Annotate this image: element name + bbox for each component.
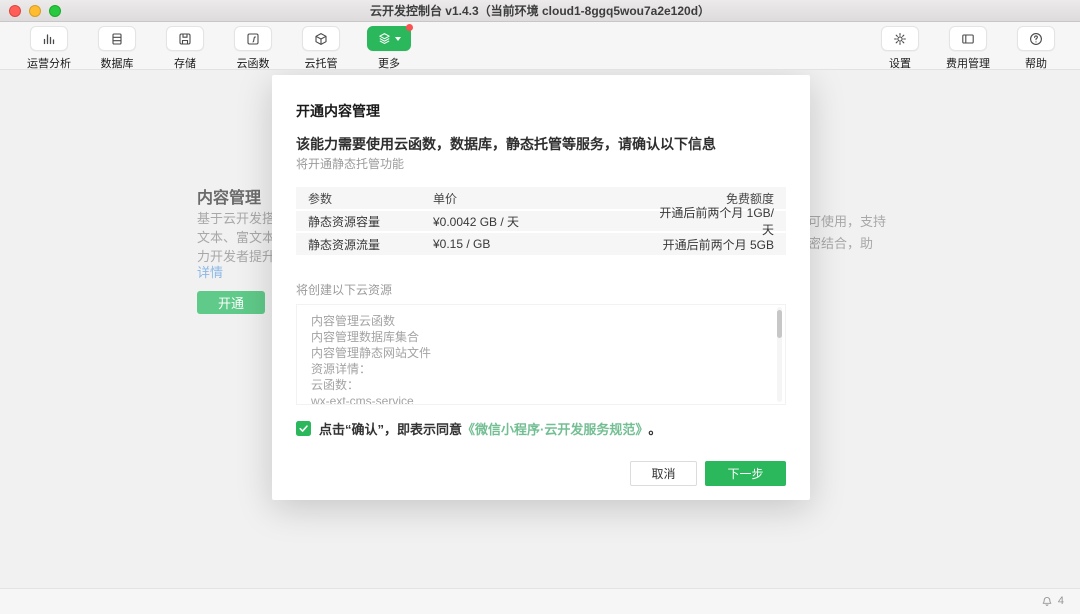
toolbar-item-analytics[interactable]: 运营分析 [25, 26, 73, 71]
param-cell: 静态资源流量 [308, 236, 433, 253]
bell-icon [1040, 593, 1054, 608]
billing-button[interactable] [949, 26, 987, 51]
enable-content-management-dialog: 开通内容管理 该能力需要使用云函数，数据库，静态托管等服务，请确认以下信息 将开… [272, 75, 810, 500]
toolbar: 运营分析 数据库 [0, 22, 1080, 70]
resource-line: wx-ext-cms-service [311, 393, 771, 405]
window-title: 云开发控制台 v1.4.3（当前环境 cloud1-8ggq5wou7a2e12… [370, 2, 710, 19]
price-cell: ¥0.15 / GB [433, 237, 648, 251]
settings-button[interactable] [881, 26, 919, 51]
cloud-function-icon [245, 31, 261, 47]
analytics-button[interactable] [30, 26, 68, 51]
dialog-footer: 取消 下一步 [630, 461, 786, 486]
toolbar-item-more[interactable]: 更多 [365, 26, 413, 71]
close-window-button[interactable] [9, 5, 21, 17]
dialog-title: 开通内容管理 [296, 101, 380, 121]
desc-line: 密结合，助 [808, 233, 886, 255]
pricing-table: 参数 单价 免费额度 静态资源容量 ¥0.0042 GB / 天 开通后前两个月… [296, 187, 786, 255]
quota-cell: 开通后前两个月 5GB [648, 236, 774, 253]
cloud-hosting-button[interactable] [302, 26, 340, 51]
feature-card-title: 内容管理 [197, 184, 261, 208]
toolbar-item-label: 数据库 [101, 55, 134, 71]
agree-checkbox[interactable] [296, 421, 311, 436]
param-cell: 静态资源容量 [308, 213, 433, 230]
traffic-lights [9, 5, 61, 17]
more-button[interactable] [367, 26, 411, 51]
feature-card-description-right: 可使用，支持 密结合，助 [808, 211, 886, 255]
desc-line: 基于云开发搭 [197, 209, 275, 228]
toolbar-item-database[interactable]: 数据库 [93, 26, 141, 71]
database-button[interactable] [98, 26, 136, 51]
toolbar-item-storage[interactable]: 存储 [161, 26, 209, 71]
toolbar-item-label: 设置 [889, 55, 911, 71]
notifications-indicator[interactable]: 4 [1040, 593, 1064, 608]
cloud-hosting-icon [313, 31, 329, 47]
resource-line: 云函数： [311, 377, 771, 393]
toolbar-item-label: 云函数 [237, 55, 270, 71]
gear-icon [892, 31, 908, 47]
resource-line: 内容管理静态网站文件 [311, 345, 771, 361]
help-button[interactable] [1017, 26, 1055, 51]
quota-cell: 开通后前两个月 1GB/天 [648, 204, 774, 238]
toolbar-item-label: 更多 [378, 55, 400, 71]
toolbar-item-billing[interactable]: 费用管理 [940, 26, 996, 71]
cloud-function-button[interactable] [234, 26, 272, 51]
toolbar-item-label: 帮助 [1025, 55, 1047, 71]
next-step-button[interactable]: 下一步 [705, 461, 786, 486]
bar-chart-icon [41, 31, 57, 47]
dialog-notice: 该能力需要使用云函数，数据库，静态托管等服务，请确认以下信息 [296, 134, 716, 154]
toolbar-item-cloud-function[interactable]: 云函数 [229, 26, 277, 71]
toolbar-item-label: 云托管 [305, 55, 338, 71]
main-content: 内容管理 基于云开发搭 文本、富文本 力开发者提升 详情 开通 可使用，支持 密… [0, 70, 1080, 588]
app-window: 云开发控制台 v1.4.3（当前环境 cloud1-8ggq5wou7a2e12… [0, 0, 1080, 614]
toolbar-right-group: 设置 费用管理 [876, 26, 1060, 71]
toolbar-item-label: 费用管理 [946, 55, 990, 71]
resource-line: 内容管理云函数 [311, 313, 771, 329]
table-row: 静态资源流量 ¥0.15 / GB 开通后前两个月 5GB [296, 233, 786, 255]
notification-count: 4 [1058, 595, 1064, 607]
chevron-down-icon [395, 37, 401, 41]
open-feature-button[interactable]: 开通 [197, 291, 265, 314]
toolbar-item-help[interactable]: 帮助 [1012, 26, 1060, 71]
price-cell: ¥0.0042 GB / 天 [433, 213, 648, 230]
feature-card-description: 基于云开发搭 文本、富文本 力开发者提升 [197, 209, 275, 266]
agreement-text-suffix: 。 [648, 419, 661, 438]
check-icon [298, 423, 309, 434]
toolbar-left-group: 运营分析 数据库 [25, 26, 413, 71]
resources-label: 将创建以下云资源 [296, 281, 392, 298]
toolbar-item-cloud-hosting[interactable]: 云托管 [297, 26, 345, 71]
agreement-text: 点击“确认”，即表示同意 [319, 419, 462, 438]
desc-line: 文本、富文本 [197, 228, 275, 247]
billing-icon [960, 31, 976, 47]
service-terms-link[interactable]: 《微信小程序·云开发服务规范》 [462, 419, 648, 438]
titlebar: 云开发控制台 v1.4.3（当前环境 cloud1-8ggq5wou7a2e12… [0, 0, 1080, 22]
toolbar-item-label: 存储 [174, 55, 196, 71]
dialog-sub-notice: 将开通静态托管功能 [296, 155, 404, 172]
layers-icon [377, 31, 392, 46]
column-header: 单价 [433, 190, 648, 207]
resource-line: 资源详情： [311, 361, 771, 377]
storage-button[interactable] [166, 26, 204, 51]
resource-line: 内容管理数据库集合 [311, 329, 771, 345]
storage-icon [177, 31, 193, 47]
agreement-row: 点击“确认”，即表示同意 《微信小程序·云开发服务规范》 。 [296, 419, 661, 438]
toolbar-item-label: 运营分析 [27, 55, 71, 71]
desc-line: 可使用，支持 [808, 211, 886, 233]
help-icon [1028, 31, 1044, 47]
statusbar: 4 [0, 588, 1080, 614]
column-header: 参数 [308, 190, 433, 207]
table-row: 静态资源容量 ¥0.0042 GB / 天 开通后前两个月 1GB/天 [296, 211, 786, 233]
zoom-window-button[interactable] [49, 5, 61, 17]
database-icon [109, 31, 125, 47]
minimize-window-button[interactable] [29, 5, 41, 17]
resources-textarea[interactable]: 内容管理云函数 内容管理数据库集合 内容管理静态网站文件 资源详情： 云函数： … [296, 304, 786, 405]
detail-link[interactable]: 详情 [197, 262, 223, 281]
scrollbar-thumb[interactable] [777, 310, 782, 338]
toolbar-item-settings[interactable]: 设置 [876, 26, 924, 71]
notification-dot [406, 24, 413, 31]
cancel-button[interactable]: 取消 [630, 461, 697, 486]
